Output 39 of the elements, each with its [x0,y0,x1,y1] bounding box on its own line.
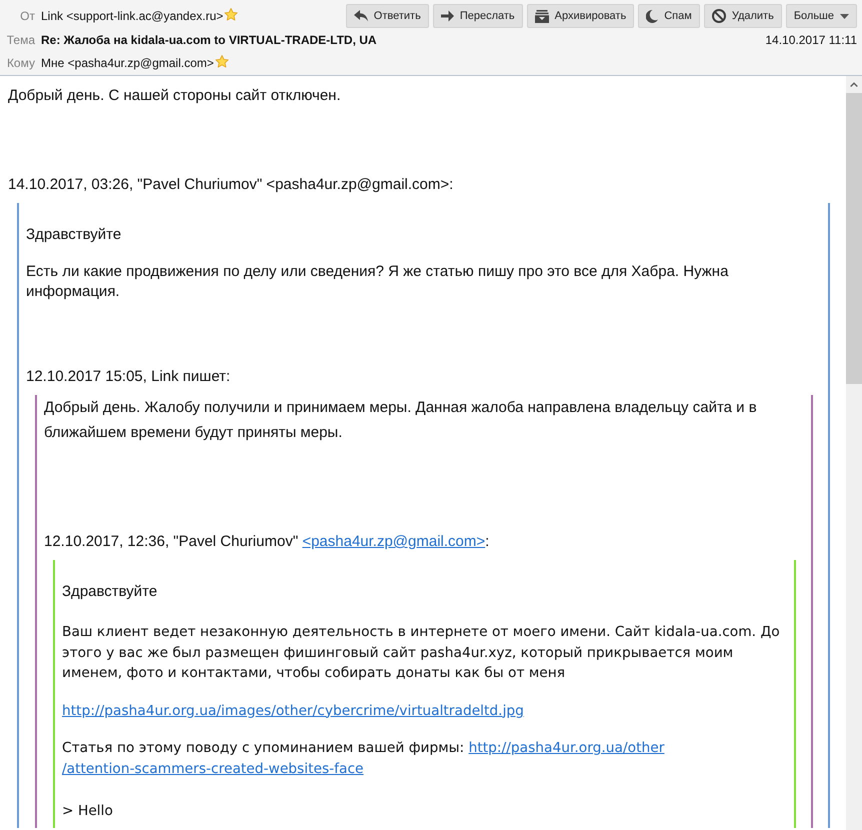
url-link[interactable]: http://pasha4ur.org.ua/other [468,740,664,756]
archive-box-icon [534,10,549,22]
field-label: Тема [6,32,35,47]
up-caret-icon [850,82,858,87]
greeting-text: Здравствуйте [26,225,122,245]
prohibited-icon [712,9,726,23]
quote-attribution: 12.10.2017, 12:36, "Pavel Churiumov" <pasha4ur.zp@gmail.com>: [44,532,490,552]
subject-text: Re: Жалоба на kidala-ua.com to VIRTUAL-TRADE-LTD, UA [41,32,377,47]
greeting-text: Здравствуйте [62,582,158,602]
forward-button[interactable]: Переслать [432,4,523,28]
reply-button[interactable]: Ответить [346,4,429,28]
message-text: Статья по этому поводу с упоминанием вашей фирмы: http://pasha4ur.org.ua/other /attention-scammers-created-websites-face [62,739,666,778]
more-button[interactable]: Больше [786,4,857,28]
caret-down-icon [840,14,849,18]
delete-button[interactable]: Удалить [704,4,782,28]
scrollbar[interactable] [846,76,862,830]
right-arrow-icon [440,10,454,22]
contact-address[interactable]: Link <support-link.ac@yandex.ru> [41,9,224,23]
crescent-icon [646,10,658,22]
scrollbar-thumb[interactable] [846,93,862,384]
url-link[interactable]: /attention-scammers-created-websites-face [62,760,364,776]
contact-address[interactable]: Мне <pasha4ur.zp@gmail.com> [41,56,214,70]
message-text: Добрый день. Жалобу получили и принимаем меры. Данная жалоба направлена владельцу сайта и в ближайшем времени будут приняты меры. [44,398,758,443]
star-icon [214,54,229,68]
message-text: Ваш клиент ведет незаконную деятельность в интернете от моего имени. Сайт kidala-ua.com. До этого у вас же был размещен фишинговый сайт pasha4ur.xyz, который прикрывается моим именем, фото и контактами, чтобы собирать донаты как бы от меня [62,623,781,683]
spam-button[interactable]: Спам [638,4,700,28]
message-text: Есть ли какие продвижения по делу или сведения? Я же статью пишу про это все для Хабра. Нужна информация. [26,262,730,302]
field-label: От [19,9,35,23]
reply-icon [354,10,368,22]
star-icon [224,8,238,20]
email-link[interactable]: <pasha4ur.zp@gmail.com> [302,533,486,550]
quote-attribution: 12.10.2017 15:05, Link пишет: [26,367,232,387]
url-link[interactable]: http://pasha4ur.org.ua/images/other/cybercrime/virtualtradeltd.jpg [62,702,524,718]
field-label: Кому [6,56,35,70]
quote-attribution: 14.10.2017, 03:26, "Pavel Churiumov" <pasha4ur.zp@gmail.com>: [8,175,454,195]
archive-button[interactable]: Архивировать [526,4,634,28]
message-text: Добрый день. С нашей стороны сайт отключен. [8,86,342,106]
message-text: > Hello [62,802,114,821]
message-date: 14.10.2017 11:11 [765,32,857,47]
